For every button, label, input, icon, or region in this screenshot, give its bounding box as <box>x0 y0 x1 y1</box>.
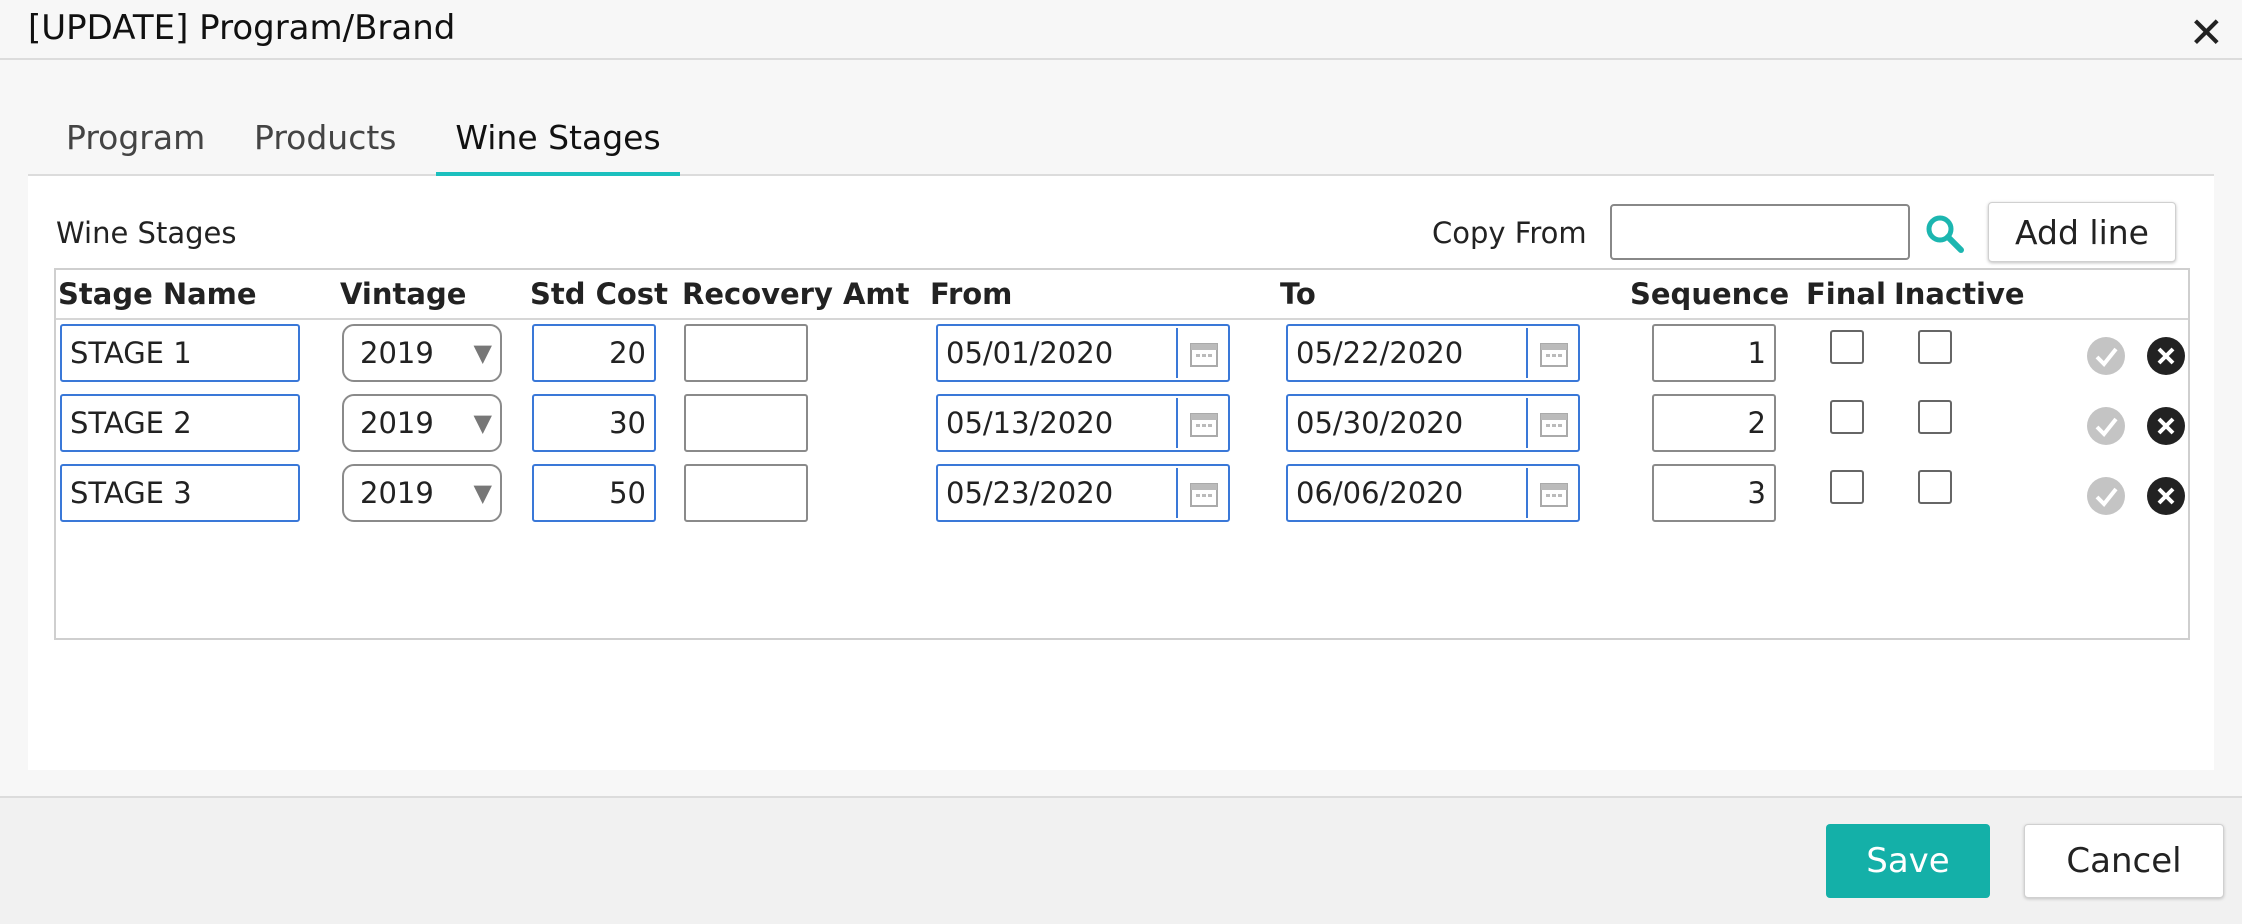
chevron-down-icon: ▼ <box>473 339 492 367</box>
vintage-select[interactable]: 2019 ▼ <box>342 324 502 382</box>
final-checkbox[interactable] <box>1830 330 1864 364</box>
tab-wine-stages[interactable]: Wine Stages <box>436 118 680 177</box>
sequence-input[interactable]: 1 <box>1652 324 1776 382</box>
grid-header: Stage Name Vintage Std Cost Recovery Amt… <box>56 270 2188 320</box>
from-date-value: 05/13/2020 <box>946 406 1114 440</box>
vintage-select[interactable]: 2019 ▼ <box>342 394 502 452</box>
sequence-input[interactable]: 3 <box>1652 464 1776 522</box>
chevron-down-icon: ▼ <box>473 479 492 507</box>
cancel-button[interactable]: Cancel <box>2024 824 2224 898</box>
table-row: STAGE 2 2019 ▼ 30 05/13/2020 05/30/2020 2 <box>56 394 2188 464</box>
calendar-icon[interactable] <box>1526 468 1578 518</box>
inactive-checkbox[interactable] <box>1918 470 1952 504</box>
tab-bar: Program Products Wine Stages <box>28 118 2214 177</box>
std-cost-input[interactable]: 20 <box>532 324 656 382</box>
copy-from-input[interactable] <box>1610 204 1910 260</box>
to-date-value: 05/30/2020 <box>1296 406 1464 440</box>
to-date-input[interactable]: 06/06/2020 <box>1286 464 1580 522</box>
close-icon[interactable]: ✕ <box>2189 12 2224 54</box>
copy-from-label: Copy From <box>1432 216 1587 250</box>
to-date-value: 06/06/2020 <box>1296 476 1464 510</box>
vintage-value: 2019 <box>360 476 434 510</box>
tab-program[interactable]: Program <box>66 118 205 172</box>
dialog-header: [UPDATE] Program/Brand ✕ <box>0 0 2242 60</box>
table-row: STAGE 3 2019 ▼ 50 05/23/2020 06/06/2020 3 <box>56 464 2188 534</box>
final-checkbox[interactable] <box>1830 400 1864 434</box>
std-cost-input[interactable]: 50 <box>532 464 656 522</box>
confirm-row-icon[interactable] <box>2086 406 2126 446</box>
stage-name-input[interactable]: STAGE 3 <box>60 464 300 522</box>
sequence-input[interactable]: 2 <box>1652 394 1776 452</box>
add-line-button[interactable]: Add line <box>1988 202 2176 262</box>
vintage-select[interactable]: 2019 ▼ <box>342 464 502 522</box>
to-date-input[interactable]: 05/30/2020 <box>1286 394 1580 452</box>
recovery-amt-input[interactable] <box>684 324 808 382</box>
confirm-row-icon[interactable] <box>2086 336 2126 376</box>
to-date-input[interactable]: 05/22/2020 <box>1286 324 1580 382</box>
dialog-footer: Save Cancel <box>0 796 2242 924</box>
stage-name-input[interactable]: STAGE 1 <box>60 324 300 382</box>
calendar-icon[interactable] <box>1176 468 1228 518</box>
search-icon[interactable] <box>1923 212 1967 256</box>
calendar-icon[interactable] <box>1176 398 1228 448</box>
delete-row-icon[interactable] <box>2146 336 2186 376</box>
col-vintage: Vintage <box>340 277 467 311</box>
recovery-amt-input[interactable] <box>684 394 808 452</box>
delete-row-icon[interactable] <box>2146 476 2186 516</box>
inactive-checkbox[interactable] <box>1918 400 1952 434</box>
vintage-value: 2019 <box>360 406 434 440</box>
save-button[interactable]: Save <box>1826 824 1990 898</box>
recovery-amt-input[interactable] <box>684 464 808 522</box>
calendar-icon[interactable] <box>1526 328 1578 378</box>
from-date-value: 05/23/2020 <box>946 476 1114 510</box>
col-final: Final <box>1806 277 1886 311</box>
to-date-value: 05/22/2020 <box>1296 336 1464 370</box>
calendar-icon[interactable] <box>1176 328 1228 378</box>
col-to: To <box>1280 277 1316 311</box>
final-checkbox[interactable] <box>1830 470 1864 504</box>
from-date-input[interactable]: 05/13/2020 <box>936 394 1230 452</box>
section-title: Wine Stages <box>56 216 237 250</box>
tab-products[interactable]: Products <box>254 118 397 172</box>
confirm-row-icon[interactable] <box>2086 476 2126 516</box>
wine-stages-panel: Wine Stages Copy From Add line Stage Nam… <box>28 176 2214 770</box>
table-row: STAGE 1 2019 ▼ 20 05/01/2020 05/22/2020 1 <box>56 324 2188 394</box>
from-date-value: 05/01/2020 <box>946 336 1114 370</box>
from-date-input[interactable]: 05/01/2020 <box>936 324 1230 382</box>
update-program-brand-dialog: [UPDATE] Program/Brand ✕ Program Product… <box>0 0 2242 924</box>
col-recovery-amt: Recovery Amt <box>682 277 910 311</box>
std-cost-input[interactable]: 30 <box>532 394 656 452</box>
col-stage-name: Stage Name <box>58 277 257 311</box>
calendar-icon[interactable] <box>1526 398 1578 448</box>
col-inactive: Inactive <box>1894 277 2025 311</box>
from-date-input[interactable]: 05/23/2020 <box>936 464 1230 522</box>
col-sequence: Sequence <box>1630 277 1790 311</box>
delete-row-icon[interactable] <box>2146 406 2186 446</box>
stage-name-input[interactable]: STAGE 2 <box>60 394 300 452</box>
inactive-checkbox[interactable] <box>1918 330 1952 364</box>
col-from: From <box>930 277 1013 311</box>
chevron-down-icon: ▼ <box>473 409 492 437</box>
dialog-title: [UPDATE] Program/Brand <box>28 8 456 48</box>
col-std-cost: Std Cost <box>530 277 668 311</box>
vintage-value: 2019 <box>360 336 434 370</box>
wine-stages-grid: Stage Name Vintage Std Cost Recovery Amt… <box>54 268 2190 640</box>
